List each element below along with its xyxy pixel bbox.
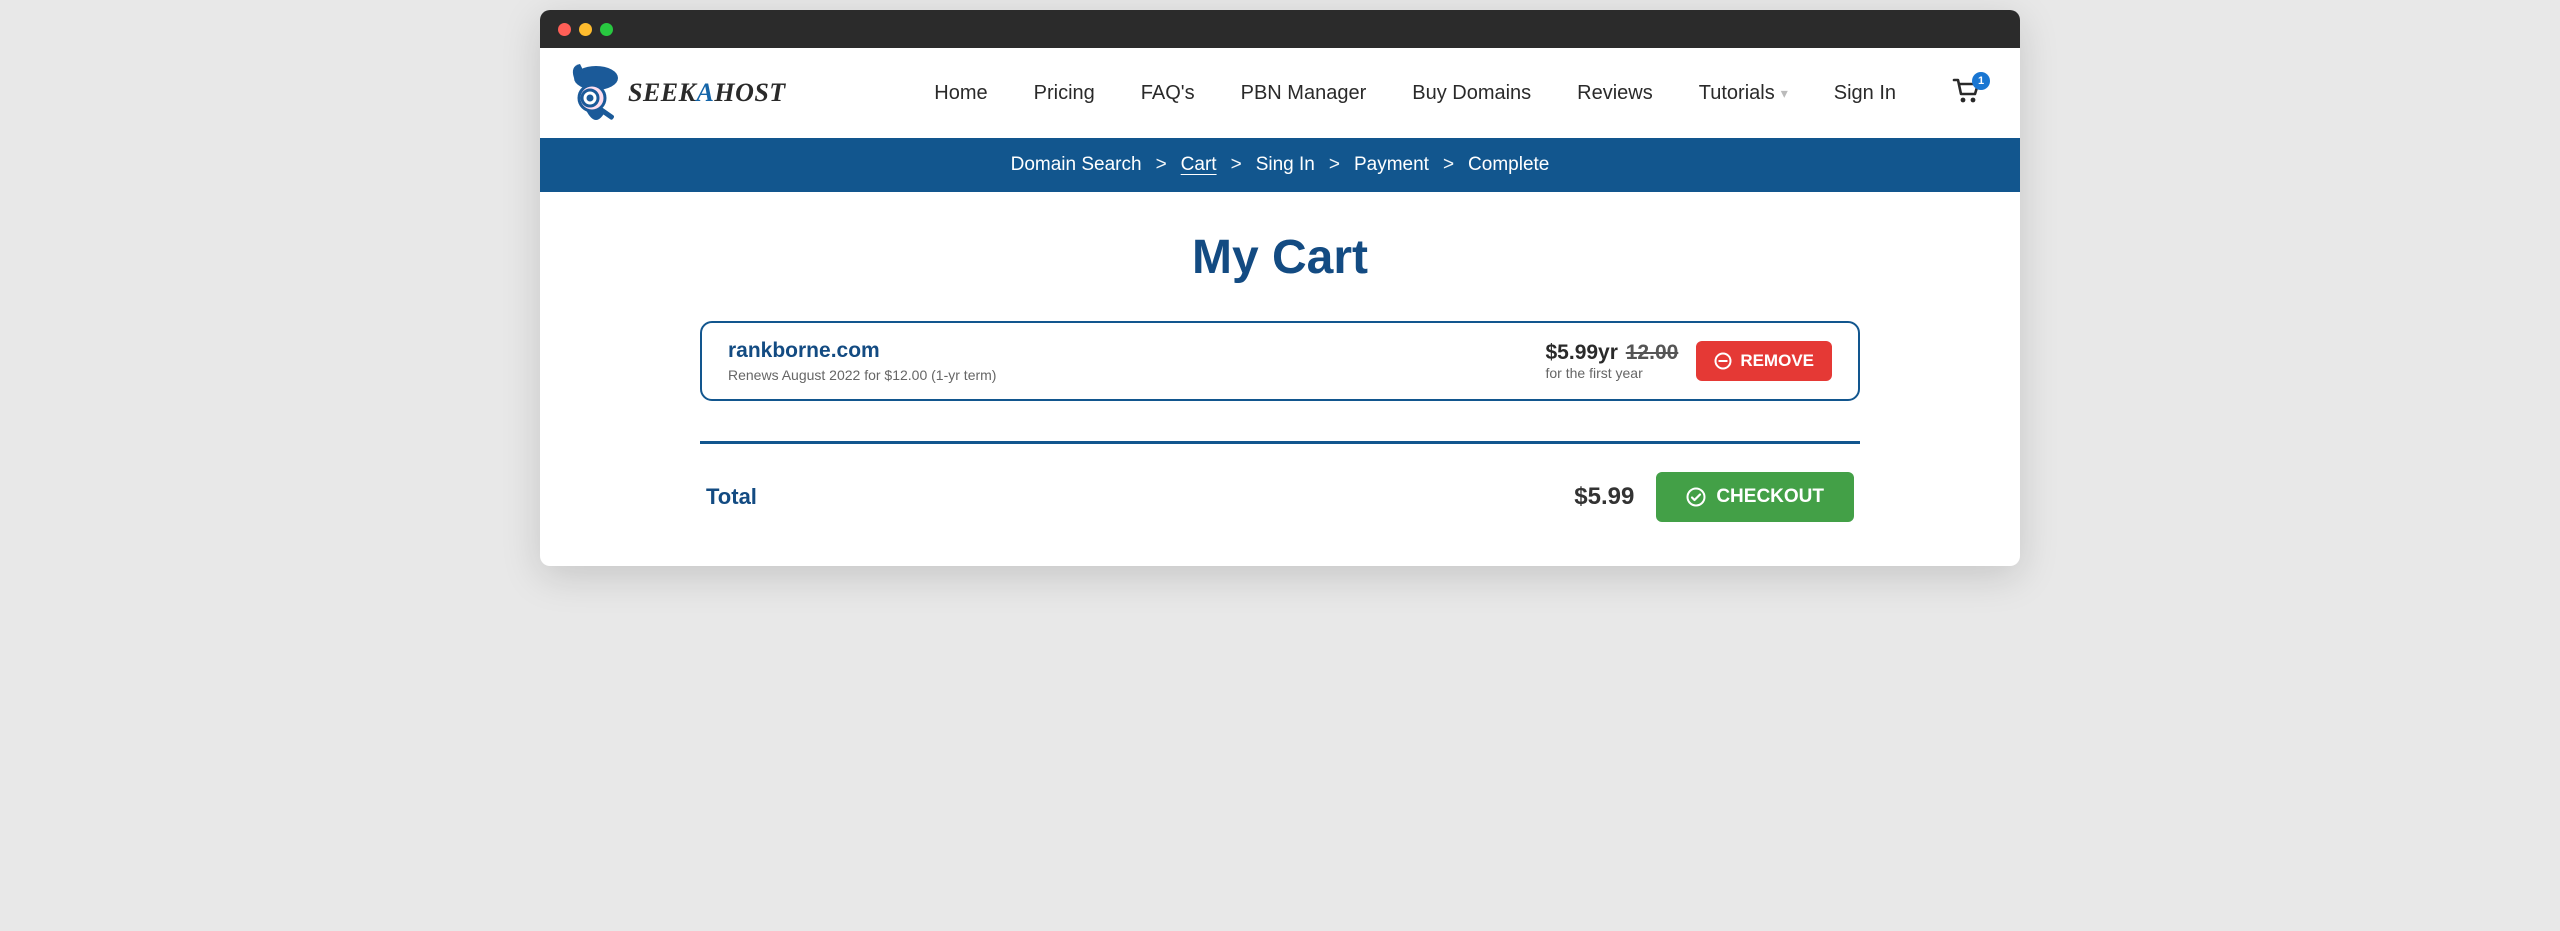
breadcrumb-separator: > [1156, 154, 1167, 176]
browser-window: SEEKAHOST Home Pricing FAQ's PBN Manager… [540, 10, 2020, 566]
check-circle-icon [1686, 487, 1706, 507]
site-header: SEEKAHOST Home Pricing FAQ's PBN Manager… [540, 48, 2020, 138]
site-logo[interactable]: SEEKAHOST [568, 58, 786, 128]
nav-home[interactable]: Home [934, 82, 987, 105]
price-current: $5.99yr [1546, 341, 1618, 364]
remove-button[interactable]: REMOVE [1696, 341, 1832, 381]
total-label: Total [706, 484, 757, 510]
cart-count-badge: 1 [1972, 72, 1990, 90]
window-titlebar [540, 10, 2020, 48]
breadcrumb-sign-in[interactable]: Sing In [1256, 154, 1315, 176]
remove-icon [1714, 352, 1732, 370]
chevron-down-icon: ▾ [1781, 85, 1788, 102]
cart-item-price: $5.99yr 12.00 for the first year [1546, 341, 1679, 381]
breadcrumb-payment[interactable]: Payment [1354, 154, 1429, 176]
cart-button[interactable]: 1 [1952, 78, 1980, 109]
cart-item-info: rankborne.com Renews August 2022 for $12… [728, 339, 996, 383]
window-minimize-button[interactable] [579, 23, 592, 36]
logo-text: SEEKAHOST [628, 78, 786, 108]
breadcrumb-cart[interactable]: Cart [1181, 154, 1217, 176]
total-row: Total $5.99 CHECKOUT [700, 472, 1860, 526]
breadcrumb-domain-search[interactable]: Domain Search [1011, 154, 1142, 176]
nav-buy-domains[interactable]: Buy Domains [1412, 82, 1531, 105]
nav-faqs[interactable]: FAQ's [1141, 82, 1195, 105]
window-maximize-button[interactable] [600, 23, 613, 36]
nav-reviews[interactable]: Reviews [1577, 82, 1653, 105]
cart-item-renew-text: Renews August 2022 for $12.00 (1-yr term… [728, 367, 996, 383]
breadcrumb-separator: > [1231, 154, 1242, 176]
checkout-button[interactable]: CHECKOUT [1656, 472, 1854, 522]
cart-item-row: rankborne.com Renews August 2022 for $12… [700, 321, 1860, 401]
nav-tutorials[interactable]: Tutorials ▾ [1699, 82, 1788, 105]
nav-pricing[interactable]: Pricing [1034, 82, 1095, 105]
nav-sign-in[interactable]: Sign In [1834, 82, 1896, 105]
breadcrumb-separator: > [1329, 154, 1340, 176]
nav-pbn-manager[interactable]: PBN Manager [1241, 82, 1367, 105]
page-title: My Cart [540, 192, 2020, 321]
window-close-button[interactable] [558, 23, 571, 36]
price-original: 12.00 [1626, 341, 1679, 364]
logo-mascot-icon [568, 58, 624, 128]
cart-item-domain: rankborne.com [728, 339, 996, 363]
total-amount: $5.99 [1574, 483, 1634, 511]
checkout-breadcrumb: Domain Search > Cart > Sing In > Payment… [540, 138, 2020, 192]
breadcrumb-complete[interactable]: Complete [1468, 154, 1549, 176]
divider [700, 441, 1860, 444]
price-subtext: for the first year [1546, 365, 1679, 381]
main-nav: Home Pricing FAQ's PBN Manager Buy Domai… [806, 78, 1980, 109]
cart-content: rankborne.com Renews August 2022 for $12… [540, 321, 2020, 566]
cart-item-actions: $5.99yr 12.00 for the first year REMOVE [1546, 341, 1833, 381]
breadcrumb-separator: > [1443, 154, 1454, 176]
